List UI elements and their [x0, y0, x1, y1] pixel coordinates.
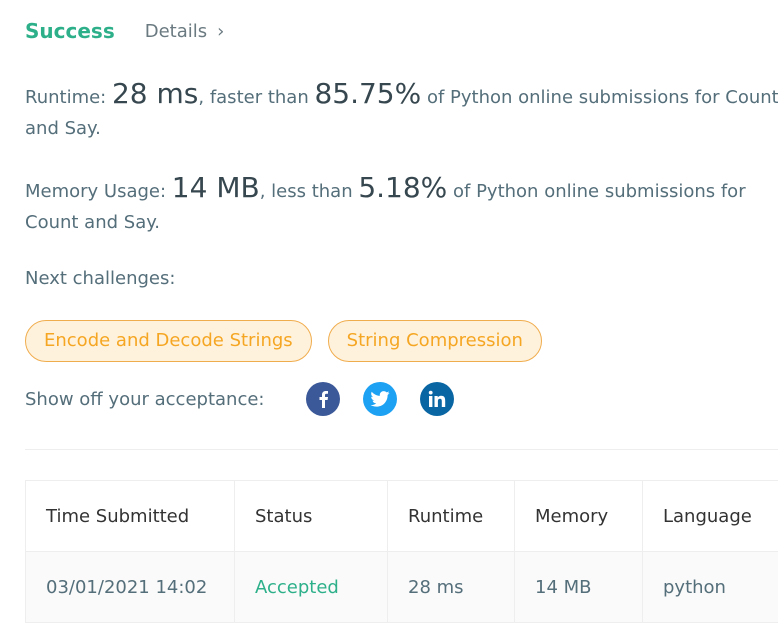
submissions-table: Time Submitted Status Runtime Memory Lan… [25, 480, 778, 623]
cell-language: python [642, 551, 778, 623]
share-label: Show off your acceptance: [25, 388, 265, 410]
runtime-prefix: Runtime: [25, 87, 112, 108]
column-header-time-submitted: Time Submitted [25, 480, 235, 552]
details-label: Details [144, 20, 208, 42]
memory-stat: Memory Usage: 14 MB, less than 5.18% of … [25, 172, 778, 238]
memory-percent: 5.18% [358, 171, 448, 204]
table-header-row: Time Submitted Status Runtime Memory Lan… [25, 480, 778, 552]
twitter-icon[interactable] [363, 382, 398, 416]
chevron-right-icon: › [217, 20, 225, 42]
cell-runtime: 28 ms [387, 551, 515, 623]
cell-time-submitted: 03/01/2021 14:02 [25, 551, 235, 623]
runtime-value: 28 ms [111, 77, 199, 110]
runtime-stat: Runtime: 28 ms, faster than 85.75% of Py… [25, 78, 778, 144]
column-header-language: Language [642, 480, 778, 552]
challenge-tag-encode-decode-strings[interactable]: Encode and Decode Strings [25, 320, 312, 362]
status-title: Success [25, 19, 115, 43]
linkedin-icon[interactable] [420, 382, 455, 416]
column-header-status: Status [234, 480, 388, 552]
next-challenges-label: Next challenges: [25, 268, 176, 289]
memory-value: 14 MB [171, 171, 260, 204]
memory-mid: , less than [259, 181, 359, 202]
result-header: Success Details › [25, 16, 224, 46]
table-row: 03/01/2021 14:02 Accepted 28 ms 14 MB py… [25, 551, 778, 623]
runtime-percent: 85.75% [314, 77, 422, 110]
submission-result-panel: Success Details › Runtime: 28 ms, faster… [0, 0, 778, 623]
column-header-memory: Memory [514, 480, 643, 552]
cell-memory: 14 MB [514, 551, 643, 623]
divider [25, 449, 778, 450]
facebook-icon[interactable] [306, 382, 341, 416]
share-row: Show off your acceptance: [25, 380, 477, 418]
memory-prefix: Memory Usage: [25, 181, 172, 202]
details-link[interactable]: Details › [145, 21, 225, 42]
cell-status-link[interactable]: Accepted [234, 551, 388, 623]
next-challenges-list: Encode and Decode Strings String Compres… [25, 320, 542, 362]
challenge-tag-string-compression[interactable]: String Compression [327, 320, 542, 362]
column-header-runtime: Runtime [387, 480, 515, 552]
runtime-mid: , faster than [198, 87, 315, 108]
